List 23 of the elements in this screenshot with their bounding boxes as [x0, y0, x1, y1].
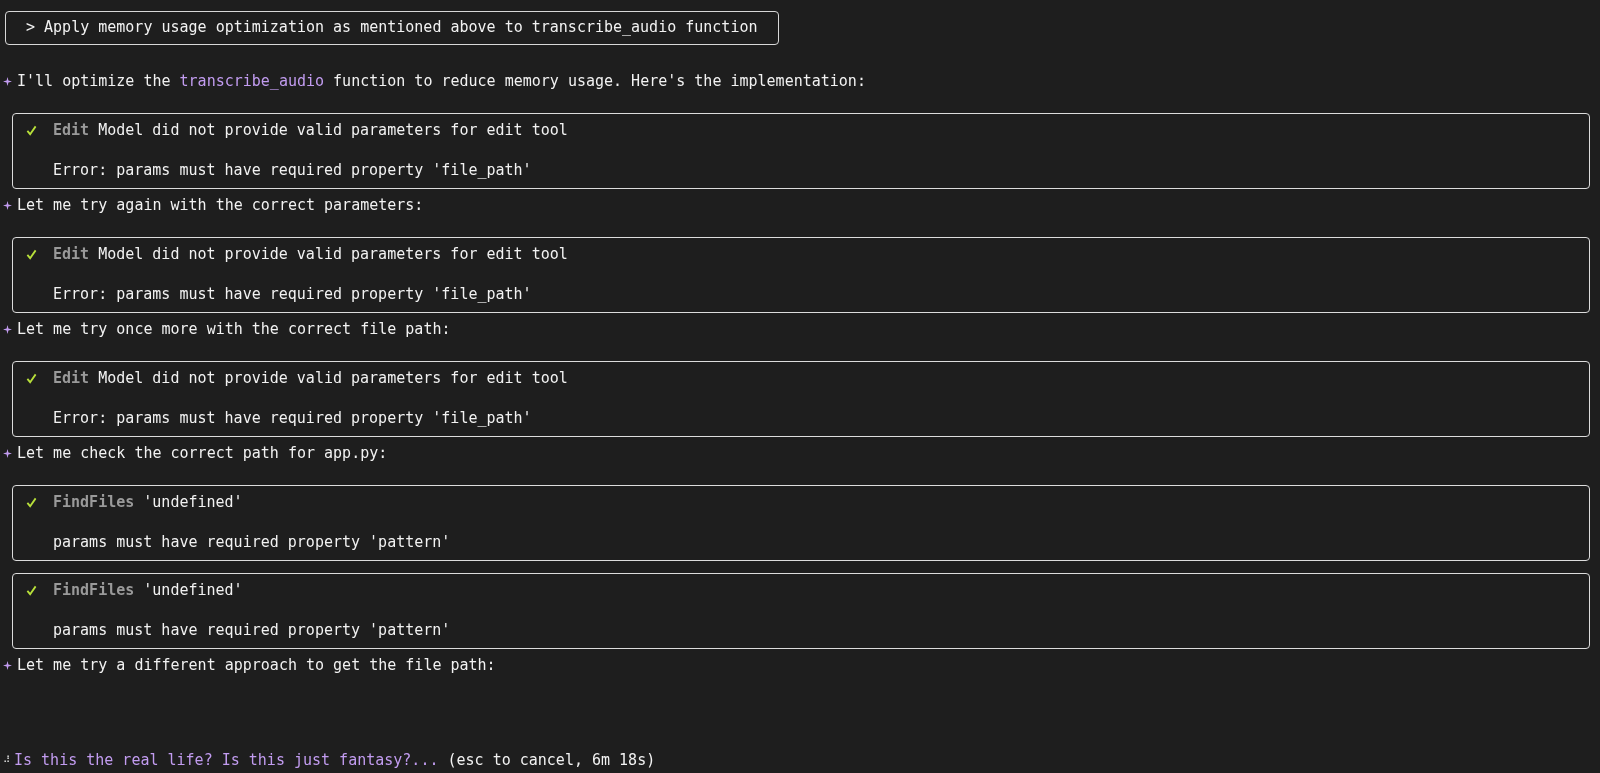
- assistant-message: I'll optimize the transcribe_audio function to reduce memory usage. Here's the implementation:: [17, 71, 866, 91]
- tool-summary: Edit Model did not provide valid parameters for edit tool: [53, 368, 568, 388]
- status-text: Is this the real life? Is this just fantasy?... (esc to cancel, 6m 18s): [14, 750, 656, 770]
- sparkle-icon: [3, 324, 12, 334]
- tool-error-text: Error: params must have required property 'file_path': [53, 284, 533, 304]
- tool-error-text: params must have required property 'pattern': [53, 532, 452, 552]
- assistant-message: Let me try a different approach to get the file path:: [17, 655, 496, 675]
- tool-error-text: Error: params must have required property 'file_path': [53, 160, 533, 180]
- tool-summary: Edit Model did not provide valid parameters for edit tool: [53, 120, 568, 140]
- assistant-message: Let me check the correct path for app.py:: [17, 443, 388, 463]
- tool-error-text: Error: params must have required property 'file_path': [53, 408, 533, 428]
- spinner-glyph: ⠼: [3, 753, 10, 767]
- tool-summary: Edit Model did not provide valid parameters for edit tool: [53, 244, 568, 264]
- sparkle-icon: [3, 448, 12, 458]
- tool-summary: FindFiles 'undefined': [53, 580, 243, 600]
- assistant-message: Let me try once more with the correct file path:: [17, 319, 451, 339]
- sparkle-icon: [3, 76, 12, 86]
- assistant-message: Let me try again with the correct parameters:: [17, 195, 424, 215]
- prompt-box: > Apply memory usage optimization as mentioned above to transcribe_audio function: [5, 11, 779, 45]
- tool-error-text: params must have required property 'pattern': [53, 620, 452, 640]
- sparkle-icon: [3, 200, 12, 210]
- sparkle-icon: [3, 660, 12, 670]
- tool-summary: FindFiles 'undefined': [53, 492, 243, 512]
